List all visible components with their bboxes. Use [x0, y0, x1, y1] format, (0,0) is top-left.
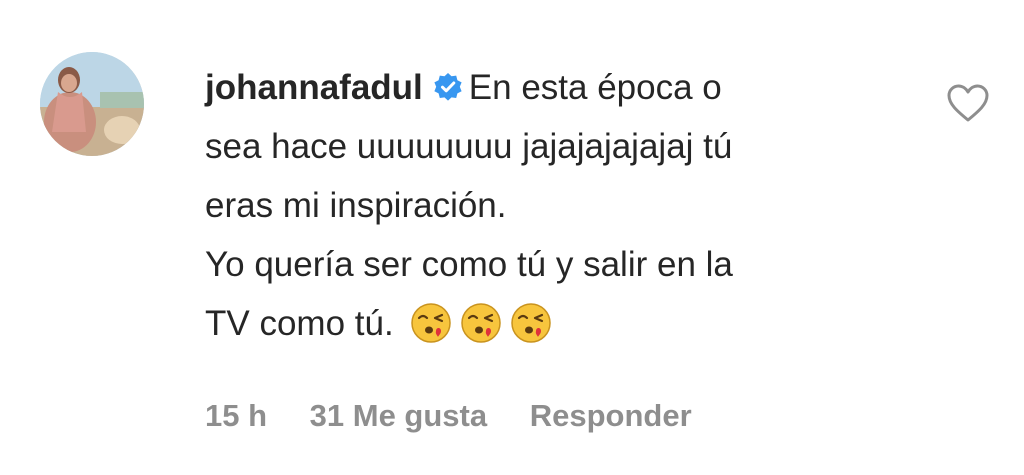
- comment: johannafadul En esta época o sea hace uu…: [0, 0, 1024, 475]
- face-blowing-a-kiss-emoji: [409, 301, 453, 345]
- comment-body: johannafadul En esta época o sea hace uu…: [205, 58, 925, 353]
- comment-meta: 15 h 31 Me gusta Responder: [205, 398, 726, 434]
- comment-time[interactable]: 15 h: [205, 398, 267, 433]
- face-blowing-a-kiss-emoji: [509, 301, 553, 345]
- comment-line-5: TV como tú.: [205, 294, 925, 353]
- comment-line-1: johannafadul En esta época o: [205, 58, 925, 117]
- heart-outline-icon[interactable]: [945, 82, 991, 124]
- avatar[interactable]: [40, 52, 144, 156]
- face-blowing-a-kiss-emoji: [459, 301, 503, 345]
- comment-text-line-4: Yo quería ser como tú y salir en la: [205, 245, 733, 284]
- reply-button[interactable]: Responder: [530, 398, 692, 433]
- likes-count[interactable]: 31 Me gusta: [310, 398, 487, 433]
- username[interactable]: johannafadul: [205, 68, 423, 107]
- comment-text-line-1: En esta época o: [468, 68, 722, 107]
- comment-text-line-2: sea hace uuuuuuuu jajajajajajaj tú: [205, 127, 733, 166]
- comment-text-line-3: eras mi inspiración.: [205, 186, 507, 225]
- comment-text-line-5: TV como tú.: [205, 304, 394, 343]
- verified-badge-icon: [433, 61, 463, 101]
